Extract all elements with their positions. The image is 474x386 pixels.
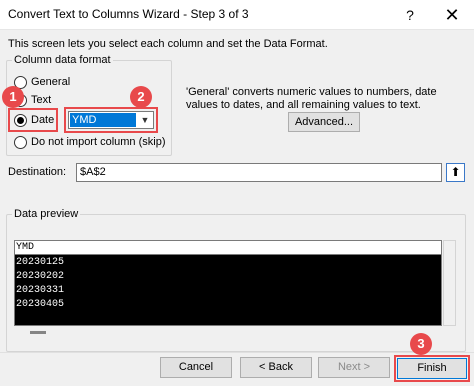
cancel-button[interactable]: Cancel xyxy=(160,357,232,378)
chevron-down-icon[interactable]: ▼ xyxy=(137,112,153,128)
preview-row: 20230405 xyxy=(16,299,65,310)
data-preview-label: Data preview xyxy=(12,208,81,220)
step-badge-2: 2 xyxy=(130,86,152,108)
intro-text: This screen lets you select each column … xyxy=(8,38,328,50)
date-format-value: YMD xyxy=(70,113,136,127)
finish-button[interactable]: Finish xyxy=(397,358,467,379)
destination-input[interactable]: $A$2 xyxy=(76,163,442,182)
advanced-button[interactable]: Advanced... xyxy=(288,112,360,132)
radio-skip-circle[interactable] xyxy=(14,135,27,149)
preview-vertical-scrollbar[interactable] xyxy=(443,240,456,326)
back-button[interactable]: < Back xyxy=(240,357,312,378)
radio-general[interactable]: General xyxy=(14,74,70,90)
radio-skip-label: Do not import column (skip) xyxy=(31,136,166,148)
column-format-label: Column data format xyxy=(12,54,113,66)
window-title: Convert Text to Columns Wizard - Step 3 … xyxy=(8,7,249,21)
radio-text-label: Text xyxy=(31,94,52,106)
destination-label: Destination: xyxy=(8,166,67,178)
date-format-select[interactable]: YMD ▼ xyxy=(68,111,154,129)
close-icon[interactable]: ✕ xyxy=(440,3,464,27)
preview-column-header[interactable]: YMD xyxy=(15,241,441,255)
preview-horizontal-scrollbar[interactable] xyxy=(14,327,442,339)
step-badge-1: 1 xyxy=(2,86,24,108)
preview-row: 20230125 xyxy=(16,257,65,268)
radio-skip[interactable]: Do not import column (skip) xyxy=(14,134,166,150)
preview-row: 20230202 xyxy=(16,271,65,282)
scroll-thumb[interactable] xyxy=(30,331,46,334)
radio-date[interactable]: Date xyxy=(14,112,54,128)
radio-date-label: Date xyxy=(31,114,55,126)
radio-general-label: General xyxy=(31,76,71,88)
collapse-dialog-icon[interactable]: ⬆ xyxy=(446,163,465,182)
radio-date-circle[interactable] xyxy=(14,113,27,127)
preview-row: 20230331 xyxy=(16,285,65,296)
divider xyxy=(0,352,474,353)
step-badge-3: 3 xyxy=(410,333,432,355)
format-description: 'General' converts numeric values to num… xyxy=(186,86,437,111)
help-icon[interactable]: ? xyxy=(400,4,420,26)
next-button[interactable]: Next > xyxy=(318,357,390,378)
